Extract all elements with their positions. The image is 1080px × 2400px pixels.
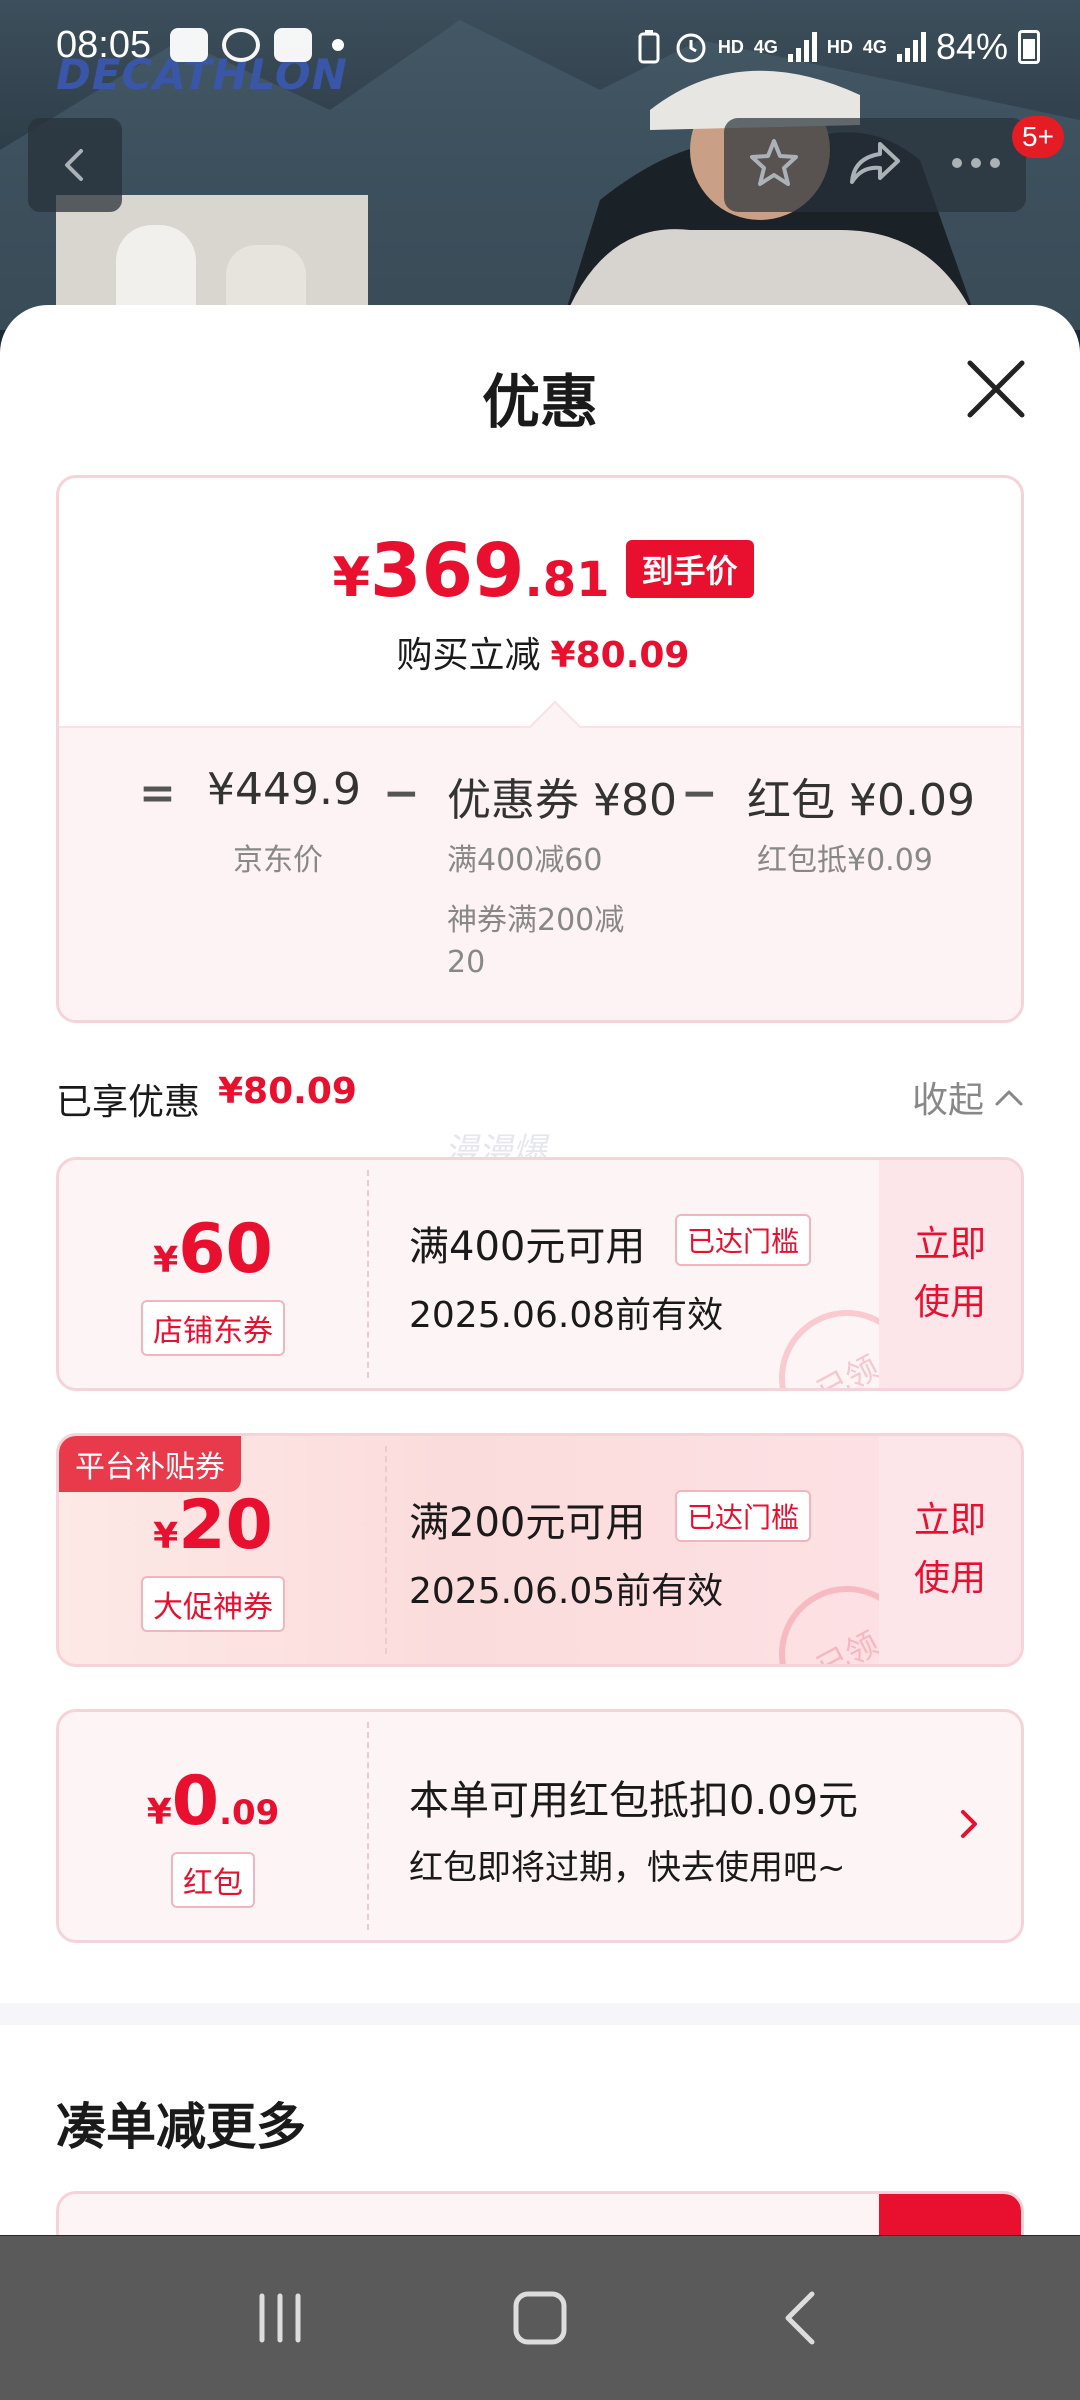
redpacket-card[interactable]: ¥0.09 红包 本单可用红包抵扣0.09元 红包即将过期，快去使用吧~ [56,1709,1024,1943]
coupon-type: 店铺东券 [59,1300,367,1356]
coupon-expiry: 2025.06.08前有效 [409,1295,724,1336]
system-nav-bar [0,2236,1080,2400]
system-back-button[interactable] [750,2268,850,2368]
close-icon [967,360,1025,418]
home-button[interactable] [490,2268,590,2368]
battery-percent: 84% [935,26,1008,67]
cart-badge: 5+ [1012,116,1064,158]
redpacket-hint: 红包即将过期，快去使用吧~ [409,1848,846,1888]
coupon-amount: ¥20 [153,1486,273,1565]
net-4g-1: 4G [753,36,778,57]
blocked-icon [222,28,260,62]
price-breakdown: = ¥449.9 京东价 − 优惠券 ¥80 满400减60 神券满200减20… [59,726,1021,1020]
price-summary-card: ¥ 369 .81 到手价 购买立减 ¥80.09 = ¥449.9 京东价 − … [56,475,1024,1023]
chevron-left-icon [65,149,83,181]
final-price-integer: 369 [370,528,525,614]
enjoyed-value: ¥80.09 [218,1071,357,1112]
coupon-card-platform: 平台补贴券 ¥20 大促神券 满200元可用 已达门槛 2025.06.05前有… [56,1433,1024,1667]
back-arrow-icon [785,2291,815,2345]
minus-sign-2: − [681,768,718,819]
add-more-card[interactable] [56,2191,1024,2235]
more-notifications-dot [332,39,344,51]
net-hd-1: HD [717,36,744,57]
section-separator [0,2003,1080,2025]
collapse-button[interactable]: 收起 [912,1071,1024,1123]
close-button[interactable] [962,355,1030,423]
coupon-note-2: 神券满200减20 [447,903,625,980]
top-actions [724,118,1026,212]
status-bar: 08:05 HD 4G HD 4G 84% [0,0,1080,100]
net-hd-2: HD [826,36,853,57]
redpacket-title: 本单可用红包抵扣0.09元 [409,1778,859,1824]
alarm-icon [676,33,706,63]
back-button[interactable] [28,118,122,212]
final-price-tag: 到手价 [625,540,754,598]
redpacket-type: 红包 [59,1852,367,1908]
discount-sheet: 优惠 ¥ 369 .81 到手价 购买立减 ¥80.09 = ¥449.9 京东价… [0,305,1080,2235]
use-now-button[interactable]: 立即使用 [879,1160,1021,1388]
redpacket-amount: ¥0.09 [146,1762,280,1841]
status-right: HD 4G HD 4G 84% [634,26,1040,68]
coupon-note-1: 满400减60 [447,843,603,878]
collapse-label: 收起 [911,1080,984,1121]
threshold-reached-badge: 已达门槛 [675,1214,812,1266]
instant-discount: 购买立减 ¥80.09 [59,626,1021,678]
coupon-title: 满200元可用 [409,1500,646,1546]
chevron-right-icon [961,1810,977,1838]
image-icon [274,28,312,62]
home-icon [513,2291,567,2345]
recents-button[interactable] [230,2268,330,2368]
instant-discount-value: ¥80.09 [550,635,690,676]
use-now-button[interactable]: 立即使用 [879,1436,1021,1664]
redpacket-total: 红包 ¥0.09 [747,775,975,826]
minus-sign-1: − [383,768,420,819]
final-price-decimal: .81 [524,552,610,608]
coupon-amount: ¥60 [153,1210,273,1289]
add-more-title: 凑单减更多 [56,2098,306,2156]
coupon-title: 满400元可用 [409,1224,646,1270]
message-icon [170,28,208,62]
jd-price-label: 京东价 [233,843,323,878]
instant-discount-label: 购买立减 [396,635,541,676]
notification-icons [170,28,344,62]
battery-saver-icon [638,30,660,64]
status-time: 08:05 [56,24,152,66]
ellipsis-icon [952,158,1001,168]
signal-icon-2 [896,32,926,62]
battery-icon [1018,30,1040,64]
share-icon [849,142,900,184]
redpacket-note: 红包抵¥0.09 [757,843,933,878]
coupon-expiry: 2025.06.05前有效 [409,1571,724,1612]
coupon-total: 优惠券 ¥80 [447,775,677,826]
enjoyed-label: 已享优惠 [56,1082,201,1123]
signal-icon [787,32,817,62]
platform-subsidy-flag: 平台补贴券 [59,1436,241,1492]
sheet-title: 优惠 [481,368,598,436]
enjoyed-discount-row: 已享优惠 ¥80.09 收起 [56,1067,1024,1127]
jd-price: ¥449.9 [207,764,361,815]
net-4g-2: 4G [862,36,887,57]
threshold-reached-badge: 已达门槛 [675,1490,812,1542]
equals-sign: = [139,768,176,819]
star-icon [749,139,798,186]
coupon-type: 大促神券 [59,1576,367,1632]
final-price: ¥ 369 .81 到手价 [59,528,1021,614]
share-button[interactable] [846,136,904,194]
favorite-button[interactable] [747,136,801,194]
recents-icon [259,2293,301,2343]
final-price-yen: ¥ [332,546,371,609]
more-button[interactable] [949,153,1003,177]
coupon-card-store: ¥60 店铺东券 满400元可用 已达门槛 2025.06.08前有效 已领 立… [56,1157,1024,1391]
chevron-up-icon [995,1090,1023,1106]
